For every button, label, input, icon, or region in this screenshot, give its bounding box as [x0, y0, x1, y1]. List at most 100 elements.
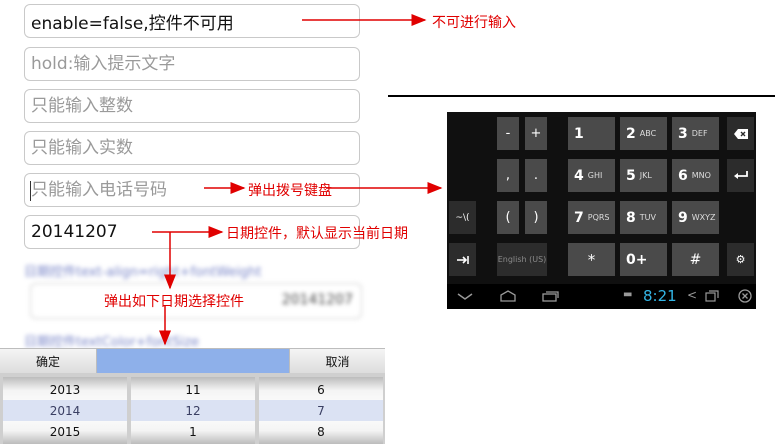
key-4-letters: GHI	[587, 171, 603, 180]
key-5-letters: JKL	[639, 171, 652, 180]
decimal-input[interactable]	[31, 138, 359, 158]
dial-keyboard: - + 1 2 ABC 3 DEF , . 4 GHI 5 JKL 6 MNO ~\( (…	[447, 112, 756, 309]
key-2[interactable]: 2 ABC	[620, 117, 667, 150]
day-wheel[interactable]: 6 7 8	[259, 377, 383, 444]
picker-title-bar	[97, 349, 289, 374]
key-settings[interactable]: ⚙	[727, 243, 754, 276]
date-field-value: 20141207	[31, 222, 118, 242]
integer-field[interactable]	[24, 89, 360, 123]
month-option[interactable]: 11	[131, 379, 255, 400]
month-wheel[interactable]: 11 12 1	[131, 377, 255, 444]
date-picker: 确定 取消 2013 2014 2015 11 12 1 6 7 8	[0, 348, 385, 444]
key-open-paren[interactable]: (	[497, 201, 519, 234]
key-close-paren-label: )	[533, 210, 539, 225]
key-0-label: 0+	[626, 251, 648, 268]
key-0[interactable]: 0+	[620, 243, 667, 276]
confirm-button-label: 确定	[35, 355, 60, 369]
key-period-label: .	[533, 168, 539, 183]
tab-icon	[456, 255, 469, 264]
key-3-label: 3	[678, 125, 688, 142]
key-1[interactable]: 1	[568, 117, 615, 150]
key-4[interactable]: 4 GHI	[568, 159, 615, 192]
hint-field[interactable]	[24, 47, 360, 81]
day-option[interactable]: 8	[259, 421, 383, 442]
key-6[interactable]: 6 MNO	[672, 159, 719, 192]
key-8-label: 8	[626, 209, 636, 226]
enter-icon	[733, 170, 748, 179]
disabled-field-text: enable=false,控件不可用	[31, 13, 234, 34]
home-icon[interactable]	[499, 290, 517, 302]
key-2-letters: ABC	[639, 129, 657, 138]
cancel-button-label: 取消	[325, 355, 350, 369]
key-hash-label: #	[689, 251, 702, 268]
key-3-letters: DEF	[691, 129, 708, 138]
key-4-label: 4	[574, 167, 584, 184]
annotation-date: 日期控件，默认显示当前日期	[226, 226, 408, 242]
hide-keyboard-icon[interactable]	[457, 293, 473, 301]
picker-toolbar: 确定 取消	[0, 348, 385, 374]
annotation-phone: 弹出拨号键盘	[248, 183, 332, 199]
key-language-label: English (US)	[497, 255, 547, 264]
backspace-icon	[733, 128, 748, 139]
decimal-field[interactable]	[24, 131, 360, 165]
enter-key[interactable]	[727, 159, 754, 192]
key-7-letters: PQRS	[587, 213, 610, 222]
key-9-letters: WXYZ	[691, 213, 716, 222]
year-option-selected[interactable]: 2014	[3, 400, 127, 421]
key-comma[interactable]: ,	[497, 159, 519, 192]
key-symbols-label: ~\(	[455, 212, 470, 223]
tab-key[interactable]	[449, 243, 476, 276]
year-wheel[interactable]: 2013 2014 2015	[3, 377, 127, 444]
key-2-label: 2	[626, 125, 636, 142]
recent-apps-icon[interactable]	[542, 290, 560, 302]
key-comma-label: ,	[505, 168, 511, 183]
key-8[interactable]: 8 TUV	[620, 201, 667, 234]
key-language[interactable]: English (US)	[497, 243, 547, 276]
key-5-label: 5	[626, 167, 636, 184]
annotation-picker: 弹出如下日期选择控件	[104, 294, 244, 310]
year-option[interactable]: 2013	[3, 379, 127, 400]
status-time: 8:21	[643, 287, 677, 305]
key-6-letters: MNO	[691, 171, 711, 180]
key-9[interactable]: 9 WXYZ	[672, 201, 719, 234]
key-close-paren[interactable]: )	[525, 201, 547, 234]
month-option-selected[interactable]: 12	[131, 400, 255, 421]
key-star[interactable]: *	[568, 243, 615, 276]
key-5[interactable]: 5 JKL	[620, 159, 667, 192]
key-symbols[interactable]: ~\(	[449, 201, 476, 234]
month-option[interactable]: 1	[131, 421, 255, 442]
key-1-label: 1	[574, 125, 584, 142]
annotation-disabled: 不可进行输入	[432, 15, 516, 31]
key-3[interactable]: 3 DEF	[672, 117, 719, 150]
backspace-key[interactable]	[727, 117, 754, 150]
day-option[interactable]: 6	[259, 379, 383, 400]
key-plus[interactable]: +	[525, 117, 547, 150]
blurred-date-value: 20141207	[281, 292, 353, 308]
picker-wheels: 2013 2014 2015 11 12 1 6 7 8	[0, 373, 385, 444]
key-period[interactable]: .	[525, 159, 547, 192]
close-icon[interactable]	[738, 289, 752, 303]
confirm-button[interactable]: 确定	[0, 349, 97, 374]
disabled-field: enable=false,控件不可用	[24, 4, 360, 38]
keyboard-indicator-icon: ▬	[623, 289, 633, 300]
key-minus-label: -	[505, 126, 511, 141]
key-plus-label: +	[530, 126, 542, 141]
key-7-label: 7	[574, 209, 584, 226]
hint-input[interactable]	[31, 54, 359, 74]
key-9-label: 9	[678, 209, 688, 226]
day-option-selected[interactable]: 7	[259, 400, 383, 421]
key-7[interactable]: 7 PQRS	[568, 201, 615, 234]
integer-input[interactable]	[31, 96, 359, 116]
key-hash[interactable]: #	[672, 243, 719, 276]
key-open-paren-label: (	[505, 210, 511, 225]
window-icon	[705, 290, 719, 302]
blurred-label-1: 日期控件text-align=right+fontWeight	[24, 265, 262, 280]
key-minus[interactable]: -	[497, 117, 519, 150]
settings-icon: ⚙	[735, 253, 746, 266]
key-8-letters: TUV	[639, 213, 656, 222]
cancel-button[interactable]: 取消	[289, 349, 385, 374]
year-option[interactable]: 2015	[3, 421, 127, 442]
key-6-label: 6	[678, 167, 688, 184]
share-icon: <	[687, 288, 698, 302]
text-caret	[30, 181, 31, 201]
